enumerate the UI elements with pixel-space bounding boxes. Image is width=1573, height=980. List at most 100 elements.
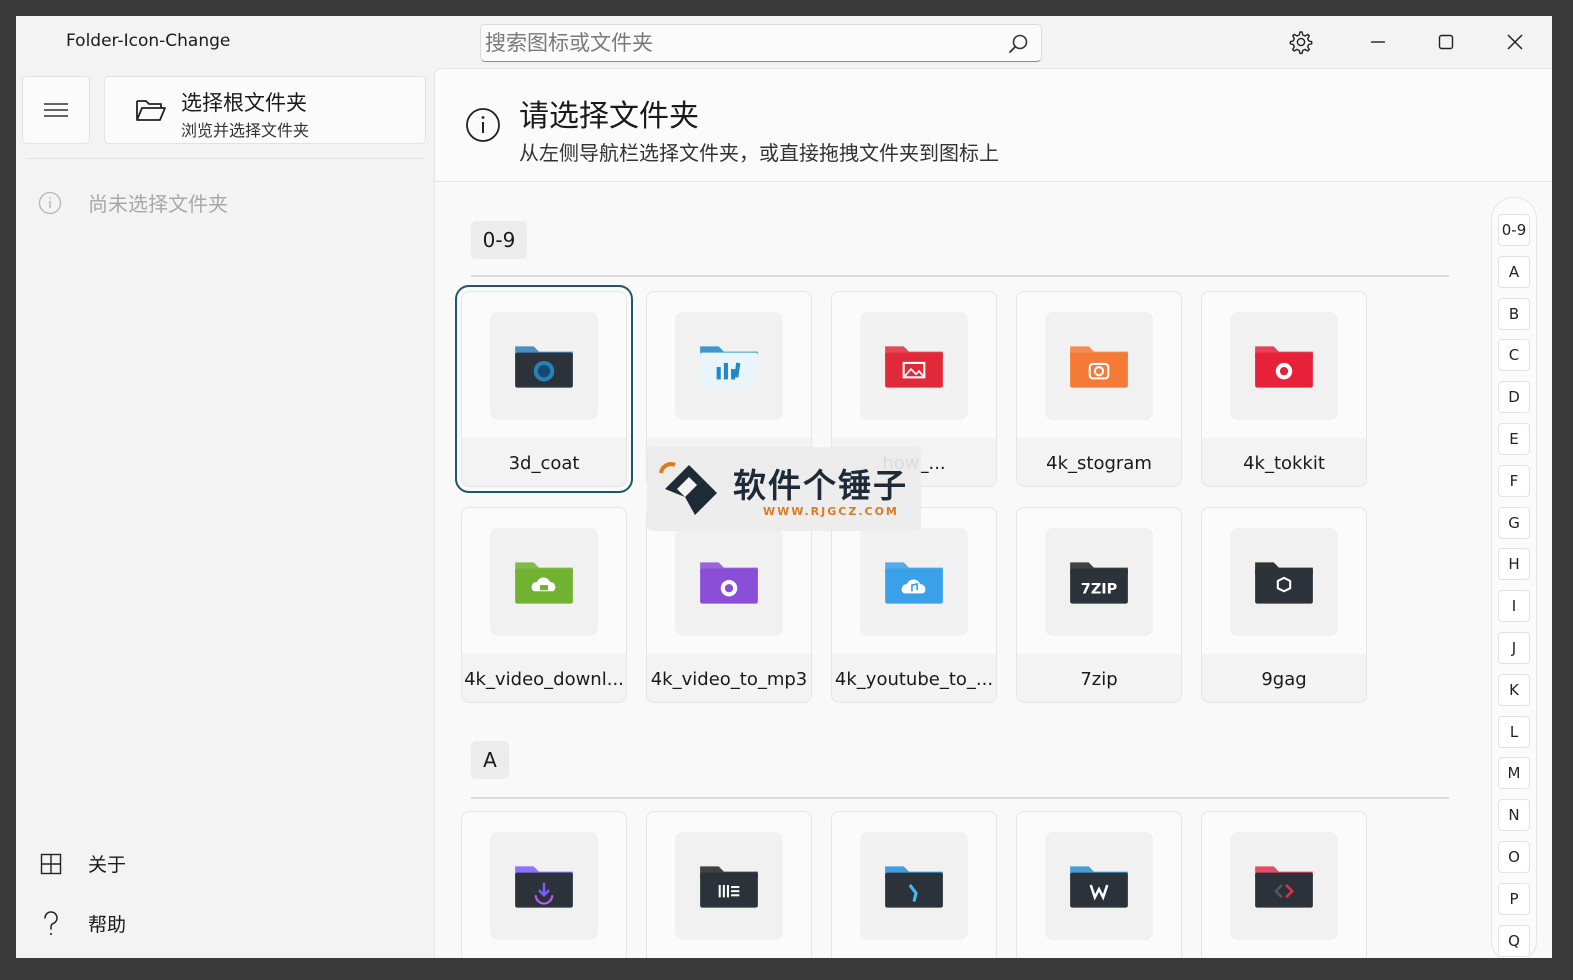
folder-thumbnail bbox=[490, 312, 598, 420]
grid-icon bbox=[40, 853, 62, 874]
close-icon bbox=[1507, 34, 1523, 50]
info-icon bbox=[466, 108, 500, 142]
folder-thumbnail bbox=[1230, 832, 1338, 940]
folder-thumbnail bbox=[860, 528, 968, 636]
menu-toggle-button[interactable] bbox=[22, 76, 90, 144]
folder-thumbnail bbox=[675, 312, 783, 420]
headphones-folder-icon bbox=[700, 562, 758, 604]
folder-card[interactable]: 4k_stogram bbox=[1016, 291, 1182, 487]
folder-thumbnail: 7ZIP bbox=[1045, 528, 1153, 636]
folder-card[interactable]: 3d_coat bbox=[455, 285, 633, 493]
sidebar: 选择根文件夹 浏览并选择文件夹 尚未选择文件夹 关于 帮助 bbox=[16, 68, 434, 958]
ableton-folder-icon bbox=[700, 866, 758, 908]
sidebar-item-help[interactable]: 帮助 bbox=[40, 910, 126, 937]
info-bar: 请选择文件夹 从左侧导航栏选择文件夹，或直接拖拽文件夹到图标上 bbox=[435, 69, 1552, 182]
folder-name: 4k_youtube_to_... bbox=[834, 669, 994, 690]
folder-thumbnail bbox=[1230, 312, 1338, 420]
camera-folder-icon bbox=[1070, 346, 1128, 388]
acer-folder-icon bbox=[1070, 866, 1128, 908]
alphabet-index: 0-9 A B C D E F G H I J K L M N O P Q bbox=[1491, 197, 1537, 958]
alpha-index-e[interactable]: E bbox=[1498, 423, 1530, 455]
folder-card[interactable]: 7ZIP 7zip bbox=[1016, 507, 1182, 703]
main-panel: 请选择文件夹 从左侧导航栏选择文件夹，或直接拖拽文件夹到图标上 0-9 3d_c… bbox=[434, 68, 1552, 958]
folder-thumbnail bbox=[490, 832, 598, 940]
select-root-folder-button[interactable]: 选择根文件夹 浏览并选择文件夹 bbox=[104, 76, 426, 144]
sidebar-item-label: 关于 bbox=[88, 854, 127, 876]
folder-card[interactable]: 4k_video_downl... bbox=[461, 507, 627, 703]
root-button-subtitle: 浏览并选择文件夹 bbox=[181, 121, 310, 140]
folder-card[interactable]: 4k_video_to_mp3 bbox=[646, 507, 812, 703]
folder-name: 4k_video_downl... bbox=[464, 669, 624, 690]
folder-card[interactable] bbox=[461, 811, 627, 958]
music-cloud-folder-icon bbox=[885, 562, 943, 604]
3d-coat-folder-icon bbox=[515, 346, 573, 388]
no-folder-text: 尚未选择文件夹 bbox=[88, 192, 228, 216]
hamburger-icon bbox=[44, 103, 68, 117]
folder-name: 3d_coat bbox=[508, 453, 580, 474]
folder-thumbnail bbox=[675, 832, 783, 940]
info-message: 从左侧导航栏选择文件夹，或直接拖拽文件夹到图标上 bbox=[519, 141, 999, 165]
search-box[interactable] bbox=[480, 24, 1042, 62]
alpha-index-o[interactable]: O bbox=[1498, 841, 1530, 873]
alpha-index-a[interactable]: A bbox=[1498, 255, 1530, 288]
folder-thumbnail bbox=[1230, 528, 1338, 636]
alpha-index-0-9[interactable]: 0-9 bbox=[1498, 214, 1530, 246]
group-header-a: A bbox=[471, 741, 509, 779]
watermark-logo-icon bbox=[659, 462, 717, 515]
alpha-index-d[interactable]: D bbox=[1498, 381, 1530, 414]
folder-thumbnail bbox=[1045, 832, 1153, 940]
maximize-button[interactable] bbox=[1426, 24, 1466, 60]
alpha-index-f[interactable]: F bbox=[1498, 464, 1530, 497]
folder-card[interactable] bbox=[646, 811, 812, 958]
folder-thumbnail bbox=[1045, 312, 1153, 420]
folder-card[interactable]: 9gag bbox=[1201, 507, 1367, 703]
watermark-url: WWW.RJGCZ.COM bbox=[763, 505, 899, 518]
root-button-title: 选择根文件夹 bbox=[181, 91, 307, 115]
settings-button[interactable] bbox=[1280, 24, 1320, 60]
alpha-index-n[interactable]: N bbox=[1498, 799, 1530, 832]
group-header-0-9: 0-9 bbox=[471, 221, 527, 259]
maximize-icon bbox=[1438, 34, 1454, 50]
group-divider bbox=[471, 797, 1449, 799]
folder-card[interactable] bbox=[1016, 811, 1182, 958]
folder-thumbnail bbox=[860, 832, 968, 940]
alpha-index-b[interactable]: B bbox=[1498, 297, 1530, 330]
minimize-button[interactable] bbox=[1358, 24, 1398, 60]
watermark-text: 软件个锤子 bbox=[733, 466, 908, 505]
folder-card[interactable]: 4k_youtube_to_... bbox=[831, 507, 997, 703]
alpha-index-c[interactable]: C bbox=[1498, 339, 1530, 372]
watermark: 软件个锤子 WWW.RJGCZ.COM bbox=[647, 447, 921, 531]
chart-folder-icon bbox=[700, 346, 758, 388]
folder-open-icon bbox=[136, 100, 166, 121]
alpha-index-p[interactable]: P bbox=[1498, 882, 1530, 915]
9gag-folder-icon bbox=[1255, 562, 1313, 604]
alpha-index-i[interactable]: I bbox=[1498, 590, 1530, 623]
7zip-folder-icon: 7ZIP bbox=[1070, 562, 1128, 604]
sidebar-item-about[interactable]: 关于 bbox=[40, 850, 126, 877]
info-icon bbox=[38, 191, 62, 214]
alpha-index-q[interactable]: Q bbox=[1498, 924, 1530, 957]
search-input[interactable] bbox=[483, 27, 995, 59]
search-icon[interactable] bbox=[1007, 33, 1029, 55]
sidebar-item-label: 帮助 bbox=[88, 914, 127, 936]
close-button[interactable] bbox=[1495, 24, 1535, 60]
alpha-index-h[interactable]: H bbox=[1498, 548, 1530, 581]
folder-card[interactable] bbox=[1201, 811, 1367, 958]
alpha-index-k[interactable]: K bbox=[1498, 673, 1530, 706]
question-icon bbox=[44, 910, 58, 935]
alpha-index-l[interactable]: L bbox=[1498, 715, 1530, 748]
folder-name: 7zip bbox=[1080, 669, 1118, 690]
alpha-index-m[interactable]: M bbox=[1498, 757, 1530, 790]
folder-thumbnail bbox=[490, 528, 598, 636]
alpha-index-j[interactable]: J bbox=[1498, 632, 1530, 664]
folder-thumbnail bbox=[675, 528, 783, 636]
folder-card[interactable] bbox=[831, 811, 997, 958]
folder-name: 4k_video_to_mp3 bbox=[650, 669, 808, 690]
title-bar: Folder-Icon-Change bbox=[16, 16, 1552, 68]
alpha-index-g[interactable]: G bbox=[1498, 506, 1530, 539]
folder-card[interactable]: 4k_tokkit bbox=[1201, 291, 1367, 487]
group-divider bbox=[471, 275, 1449, 277]
gear-icon bbox=[1289, 31, 1313, 55]
n-logo-folder-icon bbox=[885, 866, 943, 908]
image-folder-icon bbox=[885, 346, 943, 388]
